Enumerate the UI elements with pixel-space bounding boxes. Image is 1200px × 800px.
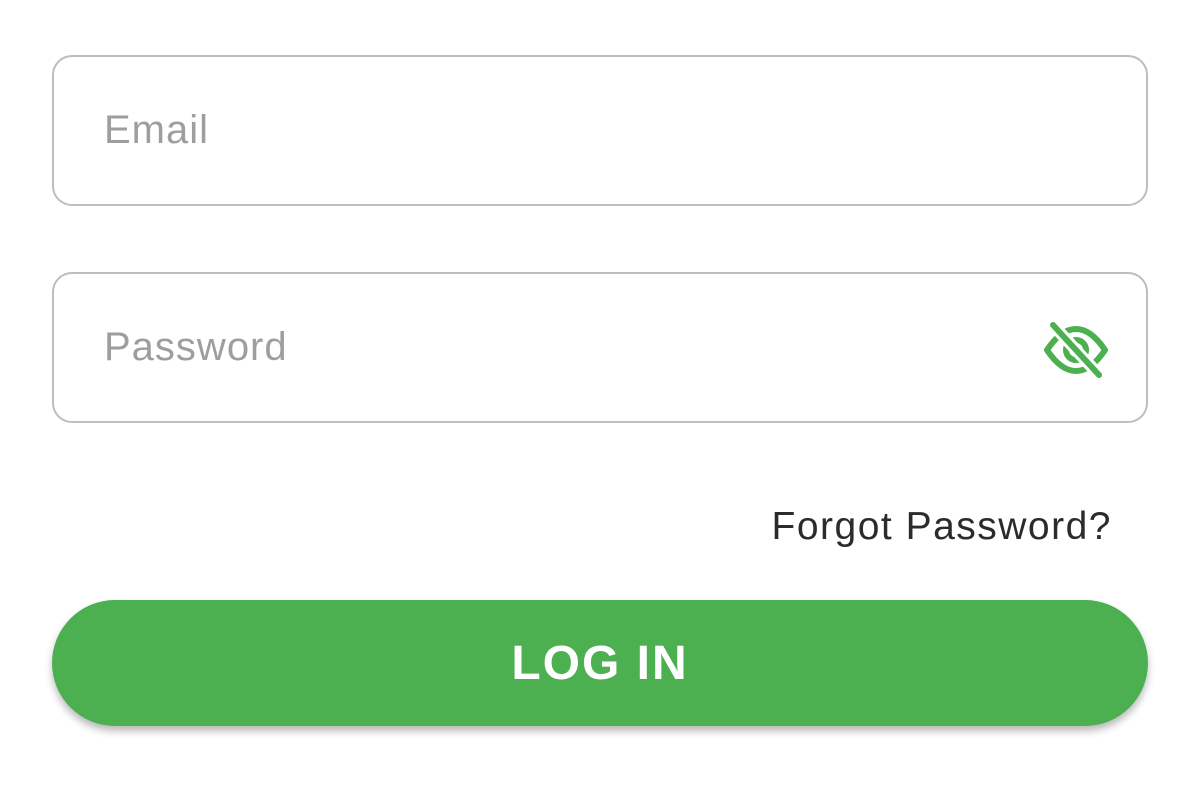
email-field-container bbox=[52, 55, 1148, 206]
forgot-password-link[interactable]: Forgot Password? bbox=[772, 505, 1112, 549]
email-field[interactable] bbox=[54, 57, 1146, 204]
password-field-container bbox=[52, 272, 1148, 423]
login-button[interactable]: LOG IN bbox=[52, 600, 1148, 726]
eye-off-icon[interactable] bbox=[1042, 322, 1110, 378]
password-field[interactable] bbox=[54, 274, 1146, 421]
login-form: Forgot Password? LOG IN bbox=[0, 0, 1200, 800]
